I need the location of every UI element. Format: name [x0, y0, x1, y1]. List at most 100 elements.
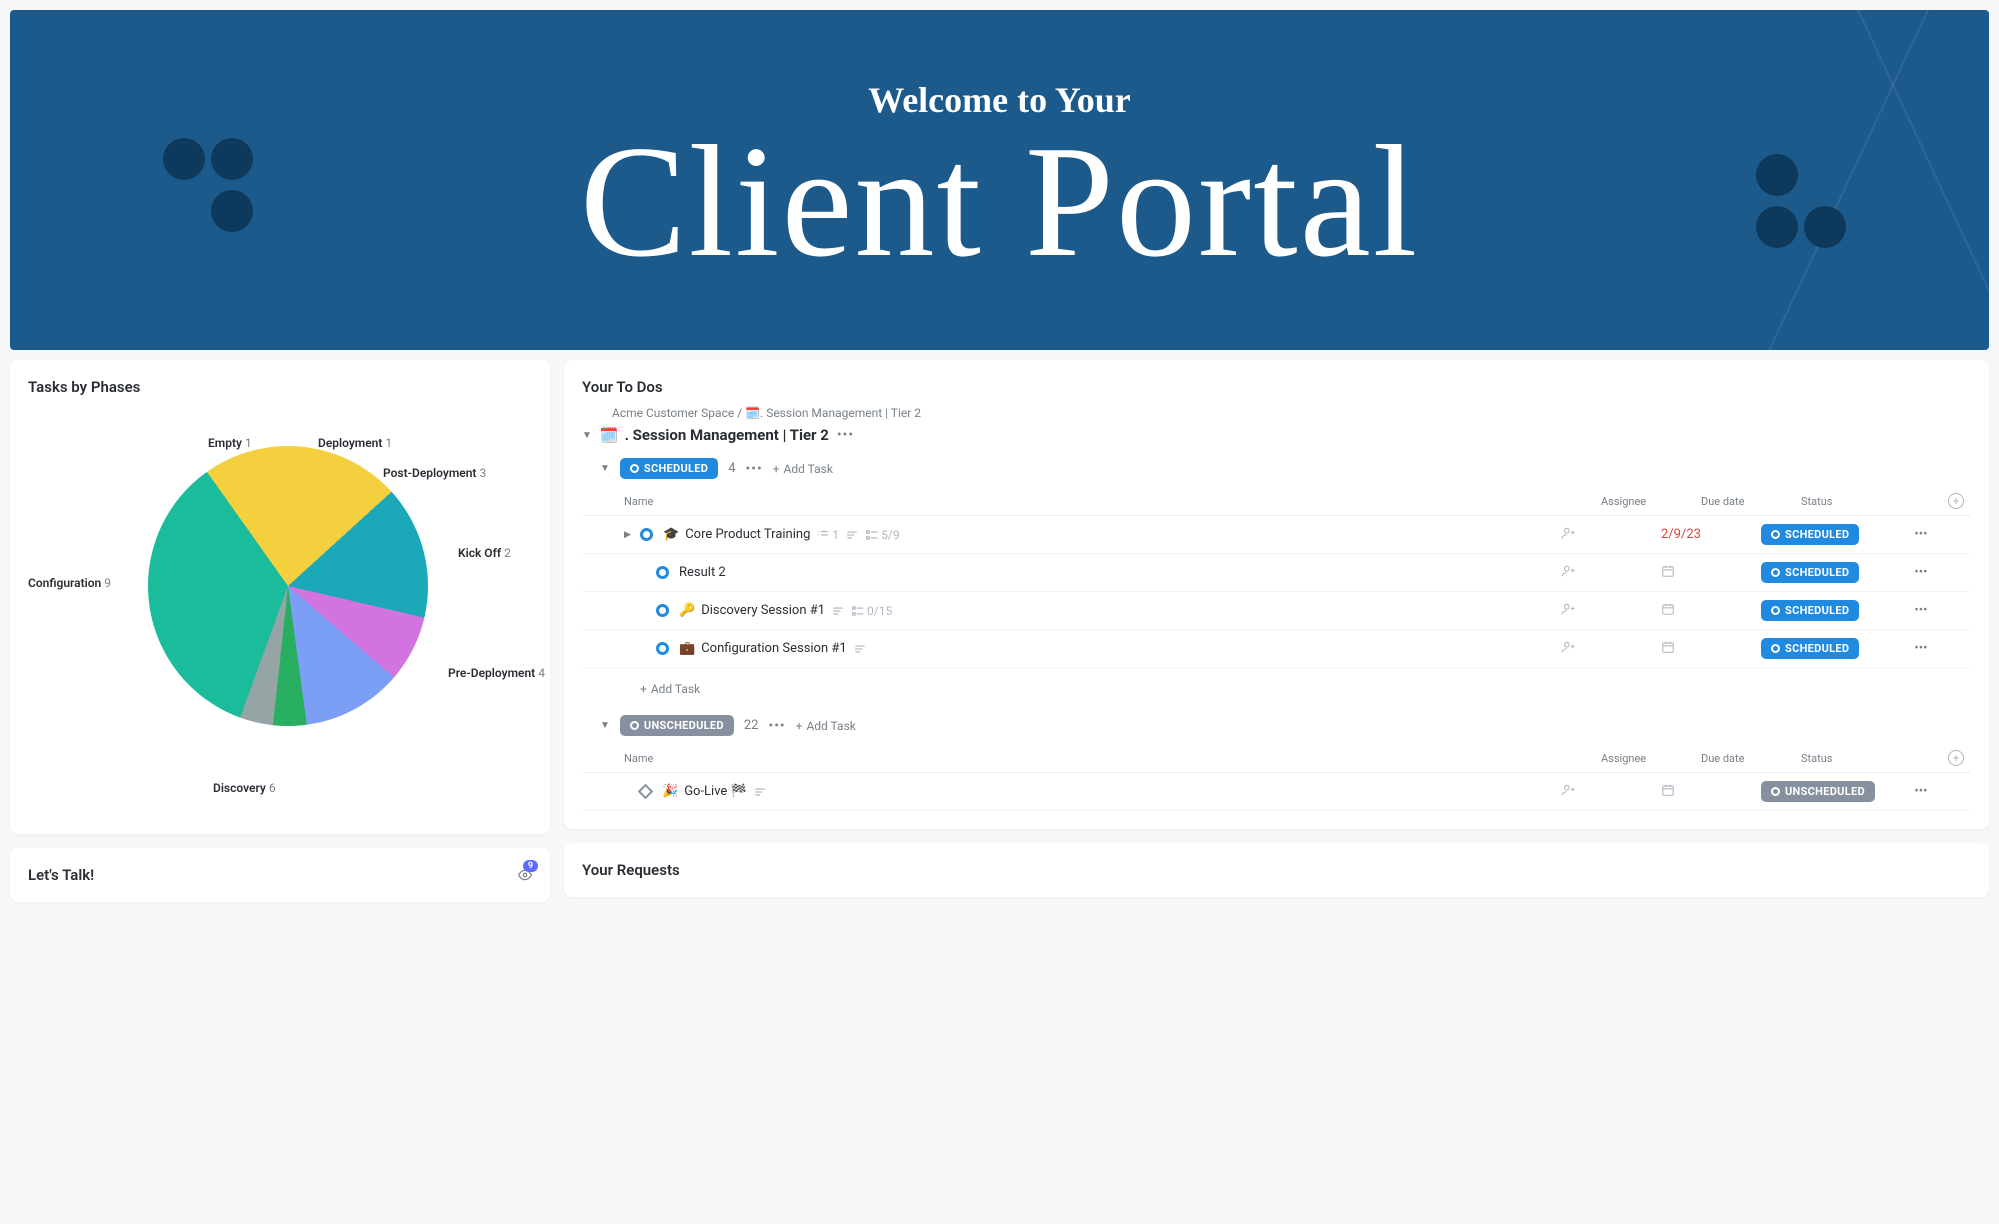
task-emoji-icon: 🎉 — [662, 784, 678, 799]
column-header-name[interactable]: Name — [624, 752, 1601, 765]
task-assignee-cell[interactable] — [1561, 602, 1661, 620]
pie-label-kickoff: Kick Off2 — [458, 546, 511, 560]
assignee-add-icon — [1561, 640, 1575, 654]
task-row[interactable]: 🔑Discovery Session #10/15 SCHEDULED••• — [582, 592, 1971, 630]
task-due-cell[interactable] — [1661, 602, 1761, 620]
add-task-button[interactable]: +Add Task — [773, 462, 833, 476]
group-status-pill[interactable]: UNSCHEDULED — [620, 715, 734, 736]
banner-title: Client Portal — [580, 121, 1419, 281]
calendar-icon — [1661, 783, 1675, 797]
description-icon — [753, 785, 767, 799]
section-more-menu[interactable]: ••• — [837, 427, 854, 443]
task-assignee-cell[interactable] — [1561, 783, 1661, 801]
task-due-cell[interactable] — [1661, 783, 1761, 801]
task-assignee-cell[interactable] — [1561, 564, 1661, 582]
task-more-menu[interactable]: ••• — [1901, 784, 1941, 799]
column-header-due[interactable]: Due date — [1701, 752, 1801, 765]
task-assignee-cell[interactable] — [1561, 526, 1661, 544]
task-name[interactable]: 🎉Go-Live 🏁 — [662, 784, 1561, 799]
tasks-by-phases-title: Tasks by Phases — [28, 378, 532, 396]
task-more-menu[interactable]: ••• — [1901, 527, 1941, 542]
task-emoji-icon: 🎓 — [663, 527, 679, 542]
assignee-add-icon — [1561, 526, 1575, 540]
subtask-count-icon: 1 — [816, 528, 839, 542]
column-header-assignee[interactable]: Assignee — [1601, 495, 1701, 508]
task-more-menu[interactable]: ••• — [1901, 641, 1941, 656]
group-collapse-caret[interactable]: ▼ — [600, 463, 610, 474]
assignee-add-icon — [1561, 783, 1575, 797]
decorative-dots-left — [160, 135, 256, 239]
pie-label-predeployment: Pre-Deployment4 — [448, 666, 545, 680]
task-more-menu[interactable]: ••• — [1901, 603, 1941, 618]
task-row[interactable]: 💼Configuration Session #1 SCHEDULED••• — [582, 630, 1971, 668]
task-name[interactable]: 🎓Core Product Training15/9 — [663, 527, 1561, 542]
task-row[interactable]: 🎉Go-Live 🏁 UNSCHEDULED••• — [582, 773, 1971, 811]
add-column-button[interactable]: + — [1941, 493, 1971, 509]
your-requests-title: Your Requests — [582, 861, 1971, 879]
progress-icon: 0/15 — [851, 604, 892, 618]
pie-label-deployment: Deployment1 — [318, 436, 392, 450]
task-expand-caret[interactable]: ▶ — [624, 530, 634, 540]
task-emoji-icon: 🔑 — [679, 603, 695, 618]
assignee-add-icon — [1561, 602, 1575, 616]
group-more-menu[interactable]: ••• — [746, 461, 763, 477]
pie-label-configuration: Configuration9 — [28, 576, 111, 590]
your-requests-panel: Your Requests — [564, 843, 1989, 897]
your-todos-panel: Your To Dos Acme Customer Space / 🗓️. Se… — [564, 360, 1989, 829]
task-name[interactable]: 🔑Discovery Session #10/15 — [679, 603, 1561, 618]
task-row[interactable]: Result 2 SCHEDULED••• — [582, 554, 1971, 592]
column-header-status[interactable]: Status — [1801, 495, 1941, 508]
task-name[interactable]: 💼Configuration Session #1 — [679, 641, 1561, 656]
group-status-pill[interactable]: SCHEDULED — [620, 458, 718, 479]
calendar-icon — [1661, 564, 1675, 578]
pie-chart-container: Configuration9 Discovery6 Pre-Deployment… — [28, 406, 532, 816]
add-task-button[interactable]: +Add Task — [796, 719, 856, 733]
group-count: 4 — [728, 461, 735, 476]
task-due-cell[interactable]: 2/9/23 — [1661, 527, 1761, 542]
welcome-banner: Welcome to Your Client Portal — [10, 10, 1989, 350]
task-row[interactable]: ▶🎓Core Product Training15/92/9/23SCHEDUL… — [582, 516, 1971, 554]
add-task-inline-button[interactable]: +Add Task — [640, 682, 700, 696]
progress-icon: 5/9 — [865, 528, 899, 542]
task-status-icon[interactable] — [656, 604, 669, 617]
section-title[interactable]: 🗓️ . Session Management | Tier 2 — [600, 426, 829, 444]
description-icon — [853, 642, 867, 656]
task-status-icon[interactable] — [640, 528, 653, 541]
task-due-cell[interactable] — [1661, 564, 1761, 582]
group-more-menu[interactable]: ••• — [768, 718, 785, 734]
description-icon — [845, 528, 859, 542]
pie-chart[interactable] — [148, 446, 428, 726]
pie-label-empty: Empty1 — [208, 436, 252, 450]
task-status-icon[interactable] — [656, 642, 669, 655]
tasks-by-phases-panel: Tasks by Phases Configuration9 Discovery… — [10, 360, 550, 834]
calendar-icon — [1661, 640, 1675, 654]
column-header-status[interactable]: Status — [1801, 752, 1941, 765]
task-name[interactable]: Result 2 — [679, 565, 1561, 580]
calendar-icon: 🗓️ — [600, 426, 619, 444]
column-header-name[interactable]: Name — [624, 495, 1601, 508]
description-icon — [831, 604, 845, 618]
lets-talk-title: Let's Talk! — [28, 866, 94, 884]
task-status-cell[interactable]: SCHEDULED — [1761, 524, 1901, 545]
assignee-add-icon — [1561, 564, 1575, 578]
task-emoji-icon: 💼 — [679, 641, 695, 656]
task-more-menu[interactable]: ••• — [1901, 565, 1941, 580]
task-due-cell[interactable] — [1661, 640, 1761, 658]
calendar-icon — [1661, 602, 1675, 616]
task-status-cell[interactable]: SCHEDULED — [1761, 562, 1901, 583]
column-header-assignee[interactable]: Assignee — [1601, 752, 1701, 765]
task-assignee-cell[interactable] — [1561, 640, 1661, 658]
task-status-cell[interactable]: SCHEDULED — [1761, 638, 1901, 659]
group-collapse-caret[interactable]: ▼ — [600, 720, 610, 731]
task-status-icon[interactable] — [638, 784, 654, 800]
section-collapse-caret[interactable]: ▼ — [582, 430, 592, 441]
add-column-button[interactable]: + — [1941, 750, 1971, 766]
view-count-badge[interactable]: 9 — [518, 868, 532, 882]
task-status-cell[interactable]: SCHEDULED — [1761, 600, 1901, 621]
pie-label-postdeployment: Post-Deployment3 — [383, 466, 486, 480]
task-status-icon[interactable] — [656, 566, 669, 579]
task-status-cell[interactable]: UNSCHEDULED — [1761, 781, 1901, 802]
breadcrumb[interactable]: Acme Customer Space / 🗓️. Session Manage… — [612, 406, 1971, 420]
pie-label-discovery: Discovery6 — [213, 781, 276, 795]
column-header-due[interactable]: Due date — [1701, 495, 1801, 508]
